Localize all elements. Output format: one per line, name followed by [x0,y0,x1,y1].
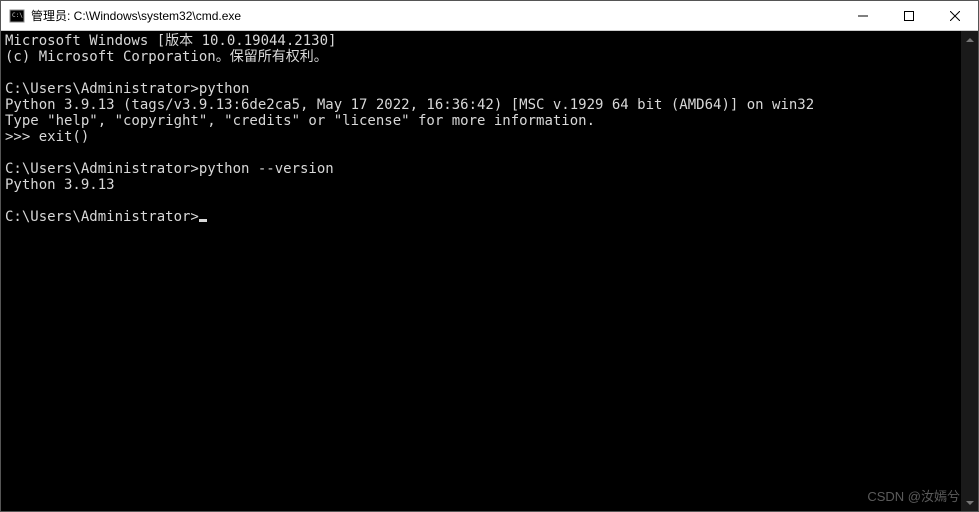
terminal-line [5,193,957,209]
terminal-line: Python 3.9.13 [5,177,957,193]
terminal-line: Python 3.9.13 (tags/v3.9.13:6de2ca5, May… [5,97,957,113]
cmd-window: C:\ 管理员: C:\Windows\system32\cmd.exe Mic… [0,0,979,512]
minimize-button[interactable] [840,1,886,30]
terminal-line: >>> exit() [5,129,957,145]
terminal-line: Type "help", "copyright", "credits" or "… [5,113,957,129]
terminal-line: (c) Microsoft Corporation。保留所有权利。 [5,49,957,65]
cmd-icon: C:\ [9,8,25,24]
cursor [199,219,207,222]
scroll-track[interactable] [961,48,978,494]
scrollbar[interactable] [961,31,978,511]
terminal-line: C:\Users\Administrator>python [5,81,957,97]
close-button[interactable] [932,1,978,30]
terminal-line: C:\Users\Administrator> [5,209,957,225]
maximize-button[interactable] [886,1,932,30]
terminal-line: C:\Users\Administrator>python --version [5,161,957,177]
terminal-line: Microsoft Windows [版本 10.0.19044.2130] [5,33,957,49]
svg-text:C:\: C:\ [12,12,23,19]
terminal-content[interactable]: Microsoft Windows [版本 10.0.19044.2130](c… [1,31,961,511]
terminal-line [5,65,957,81]
window-controls [840,1,978,30]
scroll-down-icon[interactable] [961,494,978,511]
titlebar[interactable]: C:\ 管理员: C:\Windows\system32\cmd.exe [1,1,978,31]
terminal-body: Microsoft Windows [版本 10.0.19044.2130](c… [1,31,978,511]
window-title: 管理员: C:\Windows\system32\cmd.exe [31,7,840,24]
terminal-line [5,145,957,161]
scroll-up-icon[interactable] [961,31,978,48]
